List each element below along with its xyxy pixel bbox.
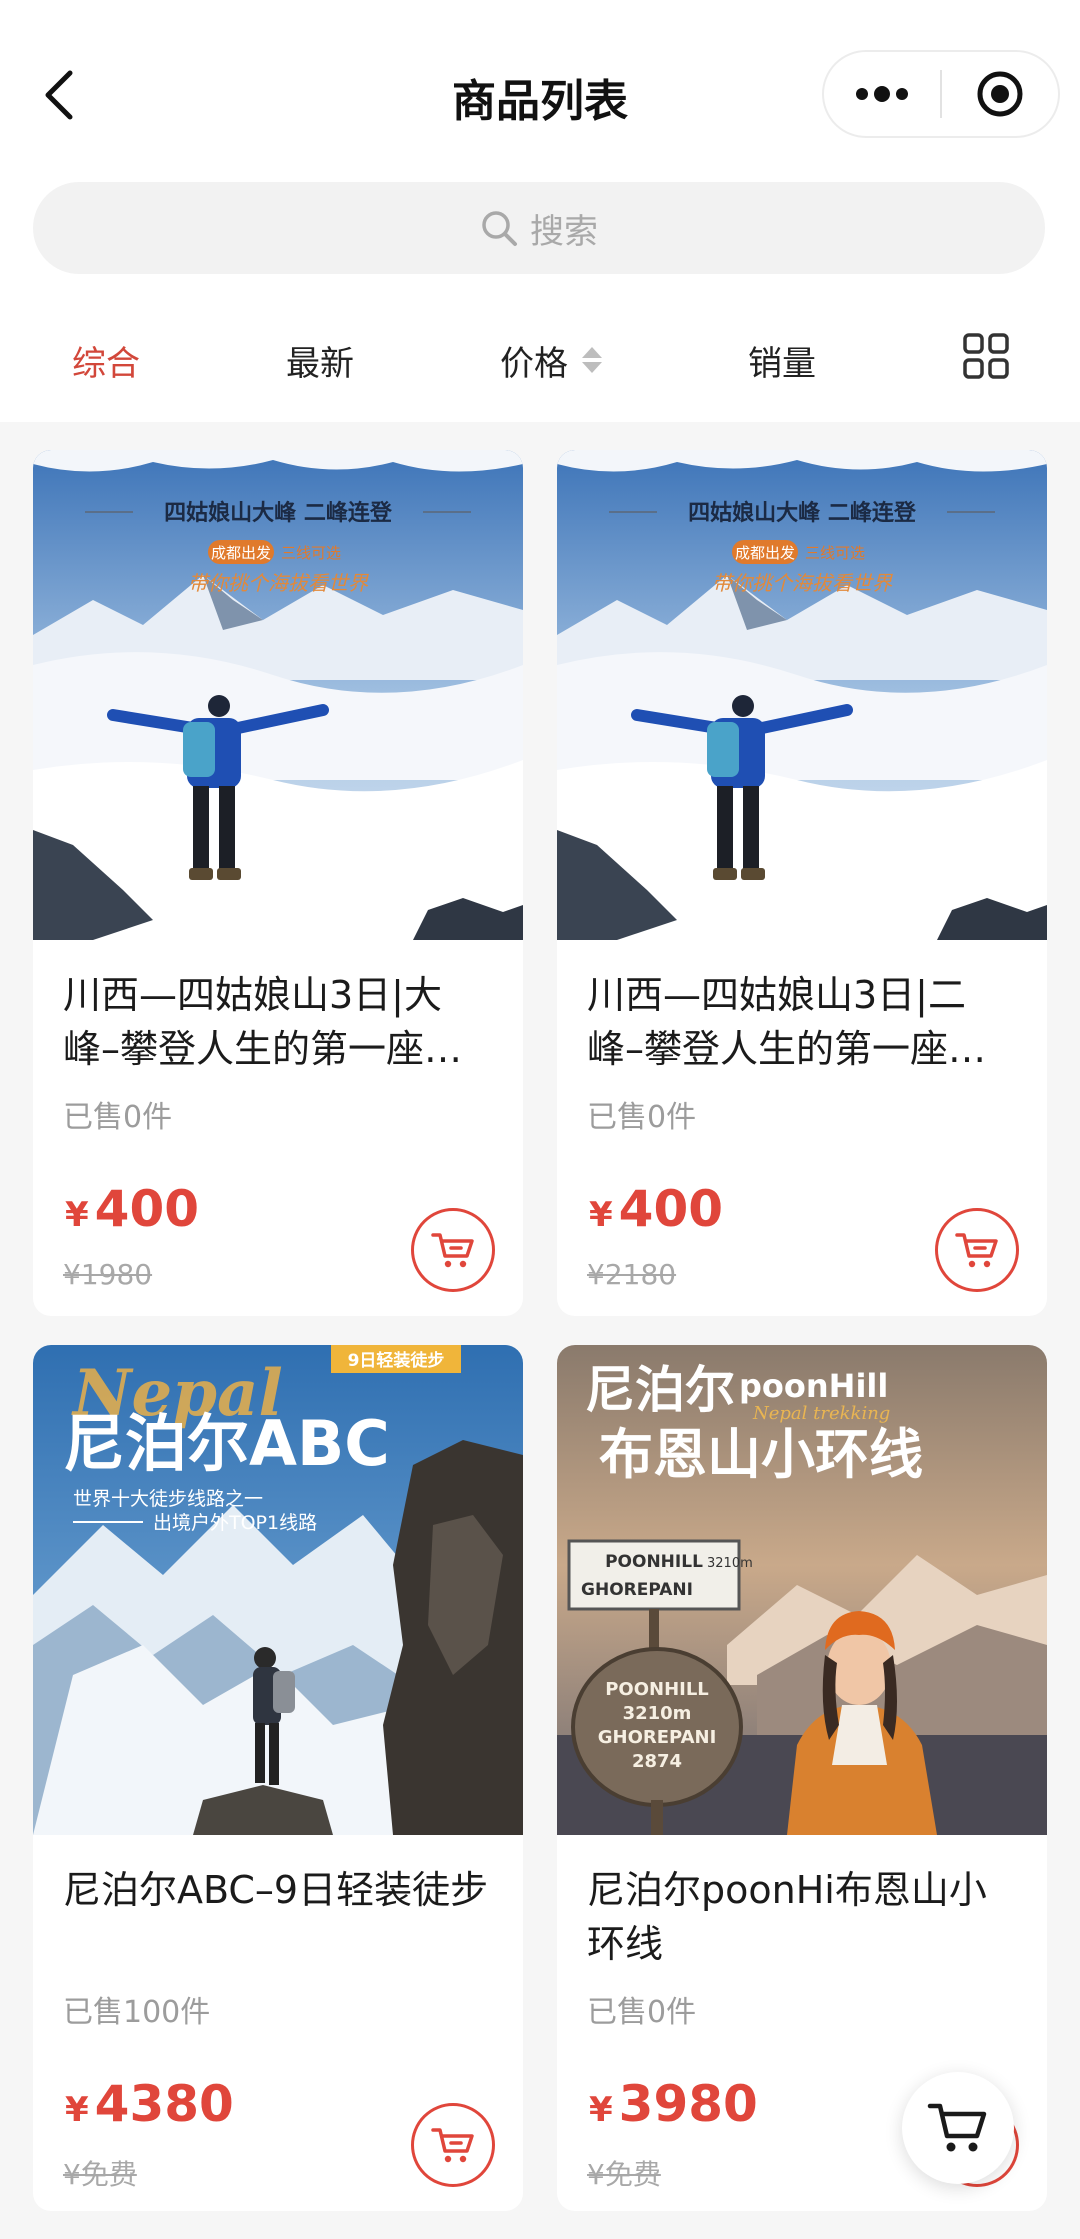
product-price: ¥ 4380	[65, 2075, 234, 2133]
banner-headline: 四姑娘山大峰 二峰连登	[688, 500, 917, 526]
currency-symbol: ¥	[589, 2090, 613, 2130]
tab-sales[interactable]: 销量	[748, 330, 816, 390]
add-to-cart-button[interactable]	[411, 2103, 495, 2187]
app-header: 商品列表	[0, 0, 1080, 180]
banner-tag: 三线可选	[281, 544, 341, 562]
currency-symbol: ¥	[589, 1195, 613, 1235]
currency-symbol: ¥	[65, 2090, 89, 2130]
sold-count: 已售0件	[587, 1995, 697, 2030]
mini-program-capsule	[822, 50, 1060, 138]
product-title: 川西—四姑娘山3日|大峰–攀登人生的第一座雪山	[63, 973, 463, 1071]
search-icon	[482, 211, 517, 246]
tab-comprehensive[interactable]: 综合	[72, 330, 140, 390]
product-title: 川西—四姑娘山3日|二峰–攀登人生的第一座雪山	[587, 973, 987, 1071]
sold-count: 已售0件	[587, 1100, 697, 1135]
add-to-cart-button[interactable]	[935, 1208, 1019, 1292]
banner-tag: 成都出发	[211, 544, 271, 562]
price-value: 400	[94, 1180, 200, 1238]
view-toggle-button[interactable]	[962, 332, 1010, 380]
filter-bar: 综合 最新 价格 销量	[0, 300, 1080, 422]
banner-script: Nepal trekking	[752, 1403, 890, 1424]
product-price: ¥ 3980	[589, 2075, 758, 2133]
cart-icon	[927, 2103, 987, 2152]
sign-text: POONHILL	[605, 1552, 703, 1572]
product-image: 9日轻装徒步 Nepal 尼泊尔ABC 世界十大徒步线路之一 出境户外TOP1线…	[33, 1345, 523, 1835]
price-value: 3980	[618, 2075, 758, 2133]
banner-line: 出境户外TOP1线路	[153, 1512, 317, 1534]
search-section: 搜索	[0, 180, 1080, 300]
banner-tag: 成都出发	[735, 544, 795, 562]
cart-icon	[431, 2128, 474, 2163]
banner-headline: 布恩山小环线	[599, 1423, 923, 1486]
round-sign-text: 3210m	[623, 1703, 692, 1724]
cart-icon	[431, 1233, 474, 1268]
banner-headline-en: poonHill	[739, 1367, 888, 1405]
banner-slogan: 带你挑个海拔看世界	[712, 571, 893, 595]
price-value: 400	[618, 1180, 724, 1238]
price-value: 4380	[94, 2075, 234, 2133]
banner-tag: 三线可选	[805, 544, 865, 562]
product-price: ¥ 400	[589, 1180, 723, 1238]
tab-label: 最新	[286, 343, 354, 384]
add-to-cart-button[interactable]	[411, 1208, 495, 1292]
banner-headline: 尼泊尔ABC	[63, 1407, 390, 1480]
round-sign-text: 2874	[632, 1751, 682, 1772]
tab-label: 综合	[72, 343, 140, 384]
tab-label: 销量	[748, 343, 816, 384]
round-sign-text: POONHILL	[605, 1679, 709, 1700]
original-price: ¥免费	[63, 2158, 137, 2191]
product-card[interactable]: 四姑娘山大峰 二峰连登 成都出发 三线可选 带你挑个海拔看世界 川西—四姑娘山3…	[557, 450, 1047, 1316]
close-mini-program-button[interactable]	[942, 52, 1058, 136]
banner-line: 世界十大徒步线路之一	[73, 1488, 263, 1510]
cart-icon	[955, 1233, 998, 1268]
original-price: ¥1980	[63, 1258, 153, 1291]
search-placeholder: 搜索	[530, 211, 598, 252]
sign-text: 3210m	[707, 1556, 753, 1571]
floating-cart-button[interactable]	[902, 2072, 1014, 2184]
product-title: 尼泊尔poonHi布恩山小环线	[587, 1868, 987, 1966]
banner-headline: 尼泊尔	[585, 1361, 735, 1419]
product-image: POONHILL 3210m GHOREPANI POONHILL 3210m …	[557, 1345, 1047, 1835]
grid-view-icon	[963, 333, 1009, 379]
original-price: ¥2180	[587, 1258, 677, 1291]
search-input[interactable]: 搜索	[33, 182, 1045, 274]
product-image: 四姑娘山大峰 二峰连登 成都出发 三线可选 带你挑个海拔看世界	[557, 450, 1047, 940]
round-sign-text: GHOREPANI	[598, 1727, 717, 1748]
sort-arrows-icon	[582, 347, 602, 373]
banner-slogan: 带你挑个海拔看世界	[188, 571, 369, 595]
product-card[interactable]: 9日轻装徒步 Nepal 尼泊尔ABC 世界十大徒步线路之一 出境户外TOP1线…	[33, 1345, 523, 2211]
tab-label: 价格	[500, 343, 568, 384]
product-card[interactable]: 四姑娘山大峰 二峰连登 成都出发 三线可选 带你挑个海拔看世界 川西—四姑娘山3…	[33, 450, 523, 1316]
product-image: 四姑娘山大峰 二峰连登 成都出发 三线可选 带你挑个海拔看世界	[33, 450, 523, 940]
target-icon	[977, 71, 1023, 117]
currency-symbol: ¥	[65, 1195, 89, 1235]
banner-headline: 四姑娘山大峰 二峰连登	[164, 500, 393, 526]
original-price: ¥免费	[587, 2158, 661, 2191]
tab-newest[interactable]: 最新	[286, 330, 354, 390]
more-button[interactable]	[824, 52, 940, 136]
sign-text: GHOREPANI	[581, 1580, 693, 1600]
banner-badge: 9日轻装徒步	[348, 1350, 445, 1371]
sold-count: 已售0件	[63, 1100, 173, 1135]
sold-count: 已售100件	[63, 1995, 211, 2030]
product-title: 尼泊尔ABC–9日轻装徒步	[63, 1868, 489, 1912]
product-price: ¥ 400	[65, 1180, 199, 1238]
more-dots-icon	[856, 86, 908, 102]
tab-price[interactable]: 价格	[500, 330, 602, 390]
